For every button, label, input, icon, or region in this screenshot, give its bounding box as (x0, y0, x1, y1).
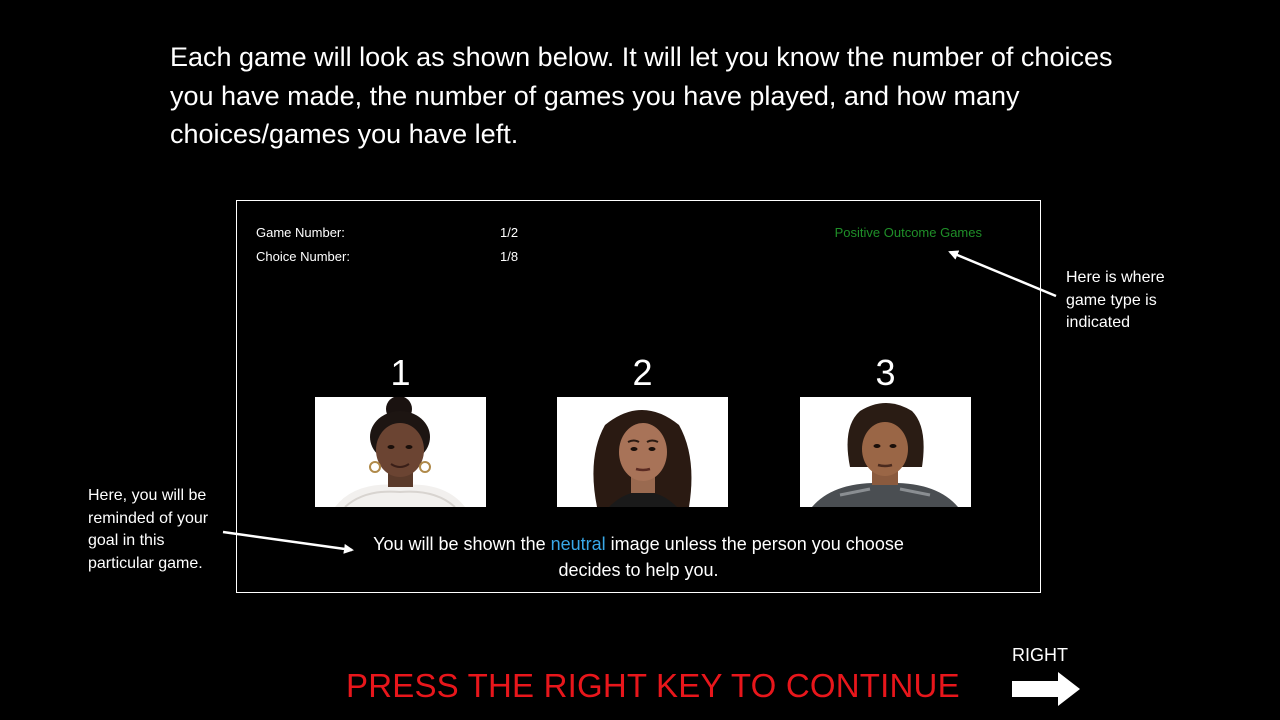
choice-option-3[interactable]: 3 (800, 353, 971, 507)
choice-number-2: 2 (632, 352, 653, 393)
game-preview-frame: Game Number: 1/2 Choice Number: 1/8 Posi… (236, 200, 1041, 593)
choice-option-2[interactable]: 2 (557, 353, 728, 507)
face-photo-1 (315, 397, 486, 507)
face-photo-3 (800, 397, 971, 507)
right-arrow-icon (1012, 672, 1080, 706)
instruction-screen: Each game will look as shown below. It w… (0, 0, 1280, 720)
goal-text-after: image unless the person you choose decid… (558, 534, 904, 580)
game-number-value: 1/2 (500, 225, 519, 240)
choice-option-1[interactable]: 1 (315, 353, 486, 507)
goal-annotation: Here, you will be reminded of your goal … (88, 487, 209, 572)
goal-text-before: You will be shown the (373, 534, 551, 554)
choice-number-label: Choice Number: (256, 249, 350, 264)
game-type-annotation: Here is where game type is indicated (1066, 269, 1165, 331)
instruction-text: Each game will look as shown below. It w… (170, 42, 1113, 149)
game-type-label: Positive Outcome Games (834, 225, 982, 240)
goal-reminder: You will be shown the neutral image unle… (237, 531, 1040, 583)
game-number-label: Game Number: (256, 225, 345, 240)
right-key-hint: RIGHT (1012, 644, 1082, 706)
choice-number-3: 3 (875, 352, 896, 393)
face-photo-2 (557, 397, 728, 507)
right-key-label: RIGHT (1012, 645, 1068, 665)
choice-number-1: 1 (390, 352, 411, 393)
goal-text-highlight: neutral (550, 534, 606, 554)
continue-prompt: PRESS THE RIGHT KEY TO CONTINUE (346, 667, 960, 704)
choice-number-value: 1/8 (500, 249, 519, 264)
